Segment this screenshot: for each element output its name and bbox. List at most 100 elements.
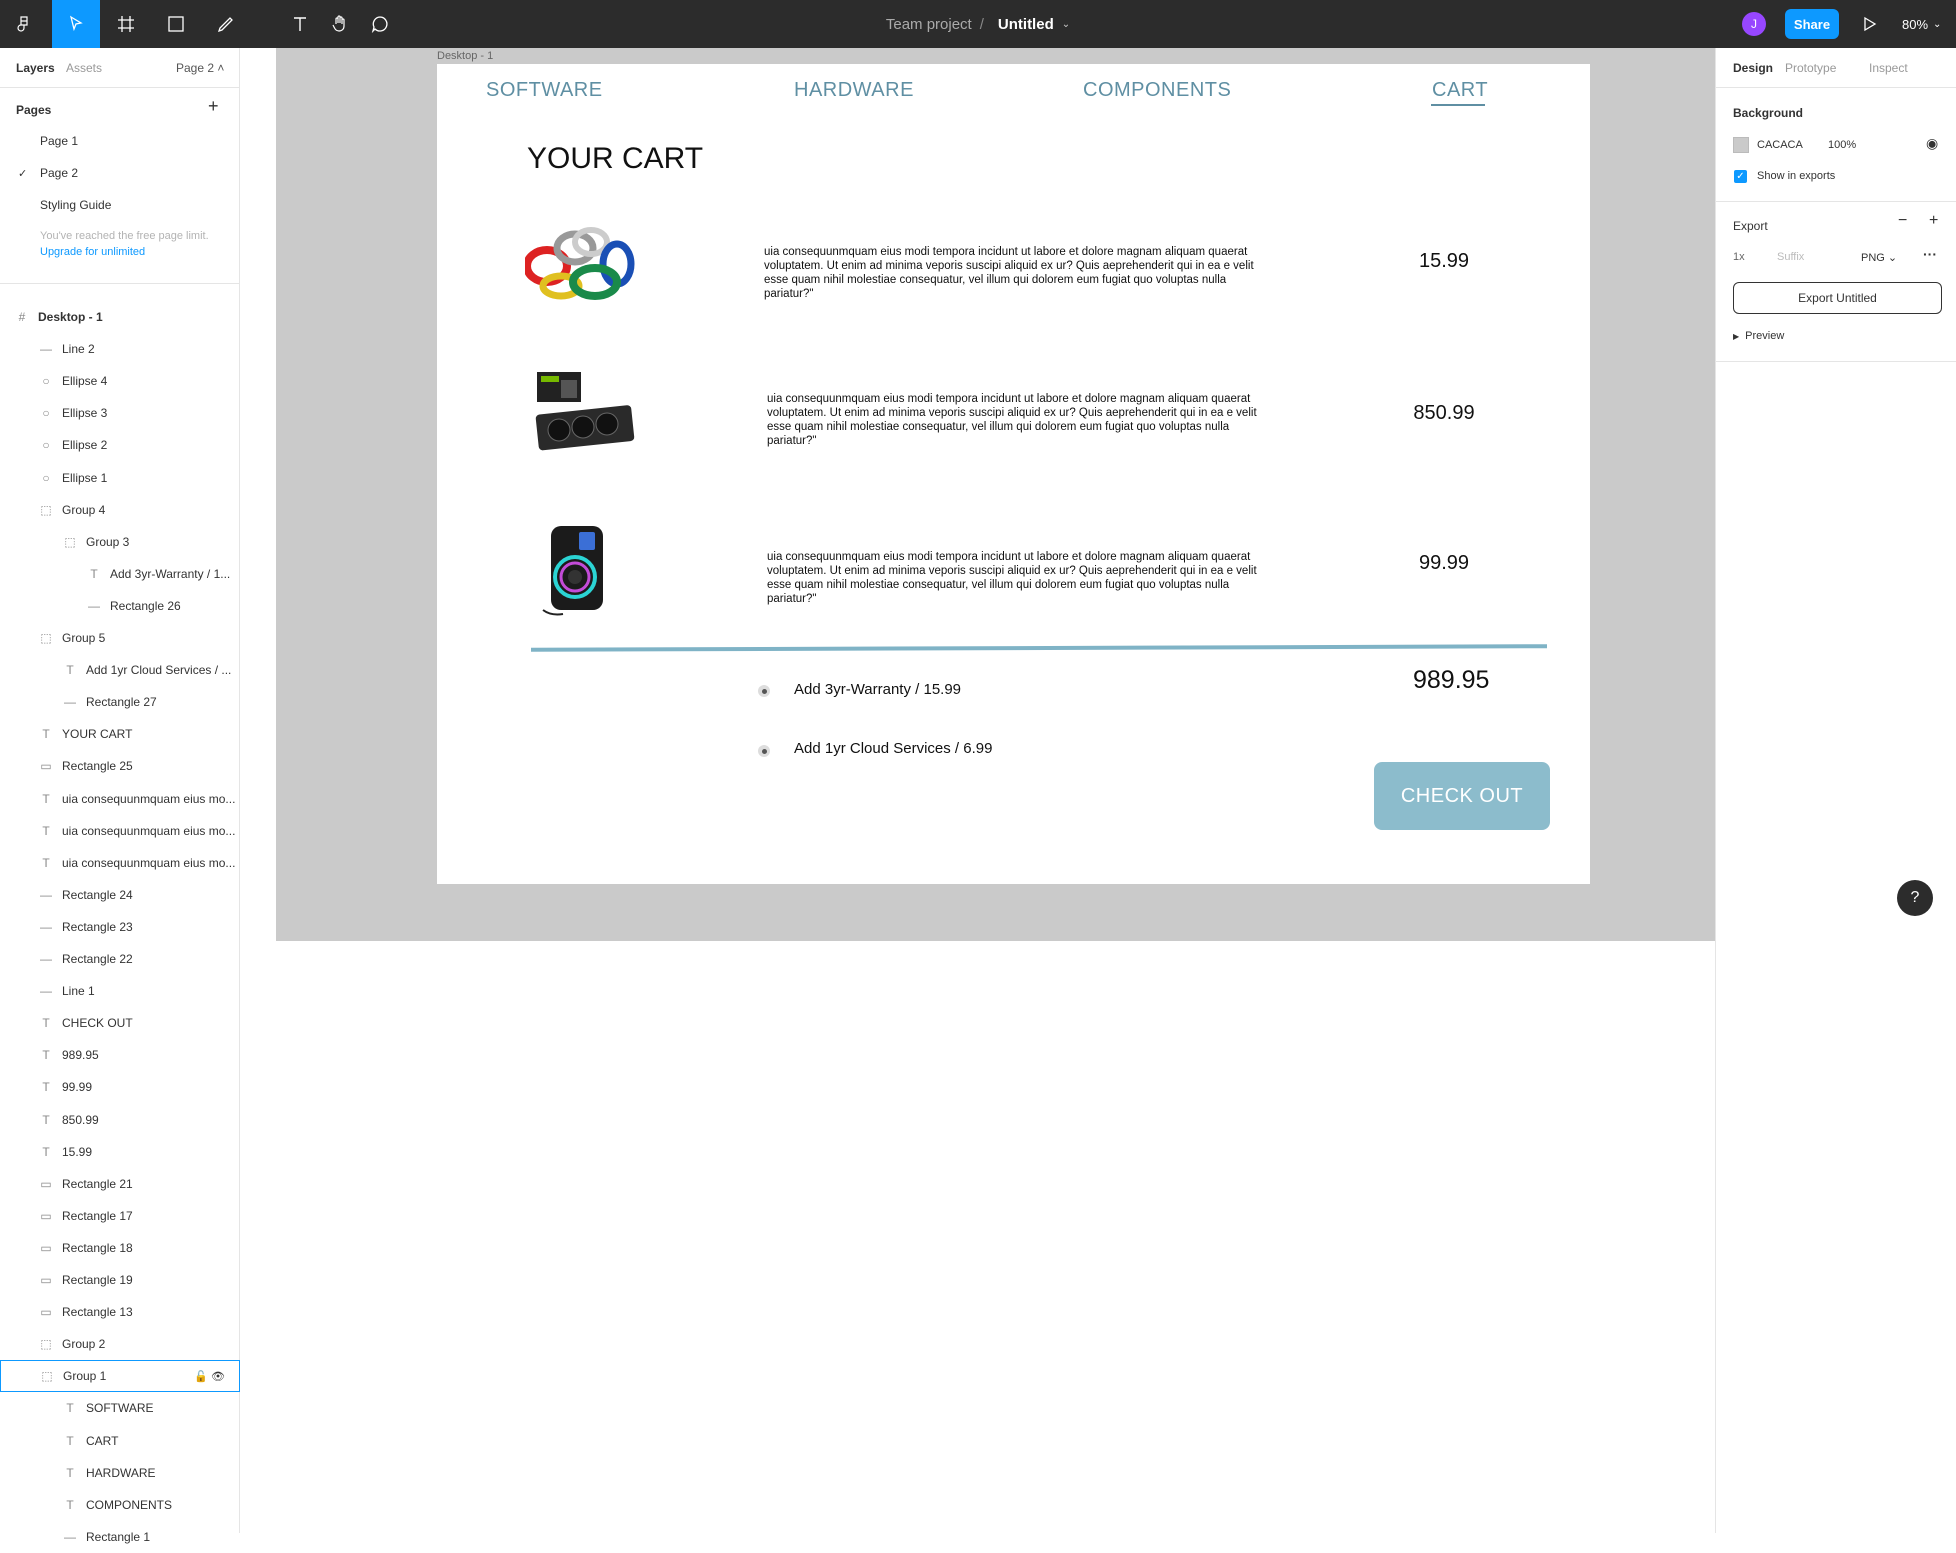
layer-row[interactable]: — Rectangle 24: [0, 879, 240, 911]
layer-row[interactable]: ⬚ Group 5: [0, 622, 240, 654]
preview-toggle[interactable]: ▶ Preview: [1733, 330, 1784, 342]
graphics-card-image: [535, 372, 635, 451]
layer-row[interactable]: T SOFTWARE: [0, 1392, 240, 1424]
page-selector[interactable]: Page 2 ˄: [176, 61, 224, 75]
layer-row[interactable]: T Add 1yr Cloud Services / ...: [0, 654, 240, 686]
layer-row[interactable]: ○ Ellipse 2: [0, 429, 240, 461]
layer-row[interactable]: ▭ Rectangle 17: [0, 1200, 240, 1232]
nav-components[interactable]: COMPONENTS: [1083, 79, 1231, 102]
add-export-icon[interactable]: +: [1929, 212, 1938, 230]
zoom-dropdown[interactable]: 80% ⌄: [1902, 0, 1941, 48]
layer-label: Rectangle 13: [62, 1305, 133, 1320]
help-button[interactable]: ?: [1897, 880, 1933, 916]
layer-row[interactable]: ○ Ellipse 4: [0, 365, 240, 397]
export-suffix-input[interactable]: Suffix: [1771, 245, 1831, 269]
layer-type-icon: —: [40, 887, 52, 902]
layer-row[interactable]: ⬚ Group 3: [0, 526, 240, 558]
nav-hardware[interactable]: HARDWARE: [794, 79, 914, 102]
tab-prototype[interactable]: Prototype: [1785, 61, 1836, 75]
layer-row[interactable]: Tuia consequunmquam eius mo...: [0, 783, 240, 815]
nav-software[interactable]: SOFTWARE: [486, 79, 603, 102]
background-color-swatch[interactable]: [1733, 137, 1749, 153]
move-tool-button[interactable]: [52, 0, 100, 48]
layer-row[interactable]: T HARDWARE: [0, 1457, 240, 1489]
checkout-button[interactable]: CHECK OUT: [1374, 762, 1550, 830]
layer-row[interactable]: ▭ Rectangle 13: [0, 1296, 240, 1328]
layer-row[interactable]: T 15.99: [0, 1136, 240, 1168]
background-hex-input[interactable]: CACACA: [1757, 139, 1803, 151]
layer-row[interactable]: — Line 1: [0, 975, 240, 1007]
layer-row[interactable]: # Desktop - 1: [0, 301, 240, 333]
layer-row[interactable]: T YOUR CART: [0, 718, 240, 750]
layer-row[interactable]: — Rectangle 1: [0, 1521, 240, 1553]
lock-icon[interactable]: 🔓: [194, 1371, 208, 1383]
eye-icon[interactable]: ◉: [1926, 135, 1938, 152]
upgrade-link[interactable]: Upgrade for unlimited: [40, 246, 145, 258]
layer-row[interactable]: ○ Ellipse 3: [0, 397, 240, 429]
canvas[interactable]: Desktop - 1 SOFTWARE HARDWARE COMPONENTS…: [241, 48, 1716, 1533]
present-button[interactable]: [1854, 0, 1884, 48]
layer-row[interactable]: Tuia consequunmquam eius mo...: [0, 847, 240, 879]
layer-row[interactable]: T CHECK OUT: [0, 1007, 240, 1039]
layer-row[interactable]: ▭ Rectangle 25: [0, 750, 240, 782]
show-in-exports-checkbox[interactable]: ✓: [1734, 170, 1747, 183]
layer-row[interactable]: ▭ Rectangle 21: [0, 1168, 240, 1200]
background-opacity-input[interactable]: 100%: [1828, 139, 1856, 151]
layer-row[interactable]: ○ Ellipse 1: [0, 462, 240, 494]
cloud-services-radio[interactable]: [758, 745, 770, 757]
comment-tool-button[interactable]: [360, 0, 400, 48]
page-item[interactable]: Styling Guide: [0, 190, 240, 220]
tab-assets[interactable]: Assets: [66, 61, 102, 75]
layer-row[interactable]: T COMPONENTS: [0, 1489, 240, 1521]
pen-tool-button[interactable]: [206, 0, 246, 48]
page-item-label: Page 2: [40, 166, 79, 180]
layer-row[interactable]: T CART: [0, 1425, 240, 1457]
nav-cart[interactable]: CART: [1432, 79, 1488, 102]
layer-type-icon: #: [18, 310, 26, 324]
more-options-icon[interactable]: ···: [1923, 246, 1937, 262]
product-price: 15.99: [1418, 250, 1470, 272]
layer-row[interactable]: T 989.95: [0, 1039, 240, 1071]
text-tool-button[interactable]: [280, 0, 320, 48]
layer-row[interactable]: ▭ Rectangle 18: [0, 1232, 240, 1264]
frame-label[interactable]: Desktop - 1: [437, 50, 493, 62]
layer-row[interactable]: — Rectangle 23: [0, 911, 240, 943]
layer-row[interactable]: — Rectangle 27: [0, 686, 240, 718]
avatar[interactable]: J: [1742, 12, 1766, 36]
main-menu-button[interactable]: [0, 0, 48, 48]
layer-row[interactable]: ▭ Rectangle 19: [0, 1264, 240, 1296]
layer-row[interactable]: — Rectangle 22: [0, 943, 240, 975]
preview-label: Preview: [1745, 330, 1785, 342]
shape-tool-button[interactable]: [156, 0, 196, 48]
project-name[interactable]: Team project: [886, 16, 972, 33]
layer-row[interactable]: T 850.99: [0, 1104, 240, 1136]
layer-row[interactable]: T 99.99: [0, 1071, 240, 1103]
hand-tool-button[interactable]: [320, 0, 360, 48]
layer-row[interactable]: ⬚ Group 1 🔓 👁: [0, 1360, 240, 1393]
remove-export-icon[interactable]: −: [1898, 212, 1907, 230]
tab-design[interactable]: Design: [1733, 61, 1773, 75]
export-button[interactable]: Export Untitled: [1733, 282, 1942, 314]
layer-label: Ellipse 1: [62, 470, 108, 485]
tab-layers[interactable]: Layers: [16, 61, 55, 75]
layer-label: Rectangle 1: [86, 1529, 151, 1544]
export-format-select[interactable]: PNG ⌄: [1861, 251, 1897, 264]
add-page-icon[interactable]: +: [208, 96, 219, 117]
layer-row[interactable]: Tuia consequunmquam eius mo...: [0, 815, 240, 847]
layer-row[interactable]: T Add 3yr-Warranty / 1...: [0, 558, 240, 590]
export-scale-input[interactable]: 1x: [1733, 251, 1745, 263]
tab-inspect[interactable]: Inspect: [1869, 61, 1908, 75]
desktop-frame[interactable]: SOFTWARE HARDWARE COMPONENTS CART YOUR C…: [437, 64, 1590, 884]
layer-row[interactable]: ⬚ Group 2: [0, 1328, 240, 1360]
eye-icon[interactable]: 👁: [211, 1371, 225, 1383]
layer-row[interactable]: ⬚ Group 4: [0, 494, 240, 526]
page-item-selected[interactable]: ✓ Page 2: [0, 158, 240, 188]
frame-tool-button[interactable]: [106, 0, 146, 48]
warranty-radio[interactable]: [758, 685, 770, 697]
chevron-down-icon[interactable]: ⌄: [1062, 19, 1070, 30]
layer-row[interactable]: — Line 2: [0, 333, 240, 365]
file-name[interactable]: Untitled: [998, 16, 1054, 33]
layer-row[interactable]: — Rectangle 26: [0, 590, 240, 622]
share-button[interactable]: Share: [1785, 9, 1839, 39]
page-item[interactable]: Page 1: [0, 126, 240, 156]
